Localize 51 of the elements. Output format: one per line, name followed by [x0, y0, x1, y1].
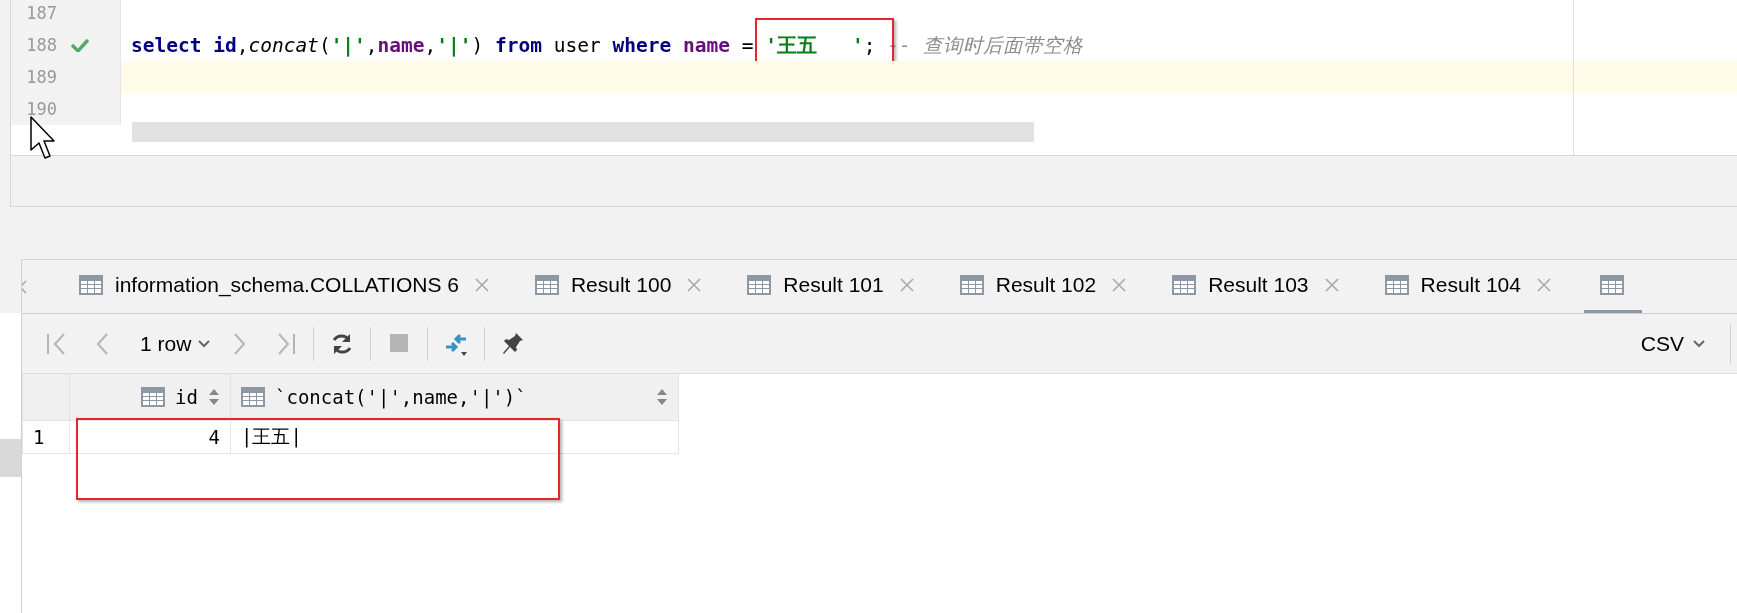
table-icon — [534, 275, 559, 295]
close-icon[interactable] — [1111, 277, 1128, 293]
result-tab[interactable]: Result 100 — [521, 260, 721, 313]
result-tab[interactable]: Result 103 — [1159, 260, 1358, 313]
code-token: , — [365, 33, 378, 57]
table-icon — [1384, 275, 1409, 295]
result-tab[interactable]: Result 101 — [734, 260, 933, 313]
code-token: '|' — [330, 33, 366, 57]
code-token: ( — [318, 33, 331, 57]
code-token: name — [377, 33, 425, 57]
code-token: '|' — [436, 33, 472, 57]
column-icon — [241, 386, 265, 407]
table-icon — [79, 275, 103, 295]
line-number: 189 — [25, 67, 57, 87]
column-header[interactable]: `concat('|',name,'|')` — [230, 374, 679, 420]
code-token: , — [424, 33, 437, 57]
table-icon — [1599, 275, 1624, 295]
table-cell: |王五| — [230, 420, 679, 453]
result-tab[interactable]: Result 104 — [1371, 260, 1570, 313]
code-token: ) — [471, 33, 485, 57]
chevron-down-icon — [197, 338, 212, 349]
line-number: 187 — [25, 3, 57, 23]
close-icon[interactable] — [1535, 277, 1552, 293]
result-tab[interactable]: information_schema.COLLATIONS 6 — [66, 260, 508, 313]
line-number: 190 — [25, 99, 57, 119]
result-tab[interactable]: Result 102 — [946, 260, 1146, 313]
table-icon — [747, 275, 772, 295]
chevron-down-icon — [1692, 338, 1706, 349]
column-icon — [141, 386, 166, 407]
close-icon[interactable] — [898, 277, 915, 293]
code-token: ; — [863, 33, 877, 57]
code-token: name — [682, 33, 730, 57]
column-header[interactable]: id — [69, 374, 231, 420]
table-icon — [1172, 275, 1197, 295]
export-format-dropdown[interactable]: CSV — [1640, 331, 1706, 356]
code-token: user — [552, 33, 602, 57]
close-icon[interactable] — [1323, 277, 1340, 293]
close-icon[interactable] — [686, 277, 703, 293]
horizontal-scrollbar[interactable] — [132, 122, 1034, 142]
code-token: = — [740, 33, 755, 57]
code-token: from — [495, 33, 542, 57]
line-number: 188 — [25, 35, 57, 55]
code-token: id — [213, 33, 237, 57]
row-count-dropdown[interactable]: 1 row — [140, 331, 212, 356]
code-token: concat — [248, 33, 319, 57]
code-token: select — [131, 33, 203, 57]
row-number: 1 — [22, 420, 70, 453]
close-icon[interactable] — [473, 277, 490, 293]
code-token: where — [612, 33, 673, 57]
code-token: , — [236, 33, 249, 57]
table-icon — [959, 275, 984, 295]
